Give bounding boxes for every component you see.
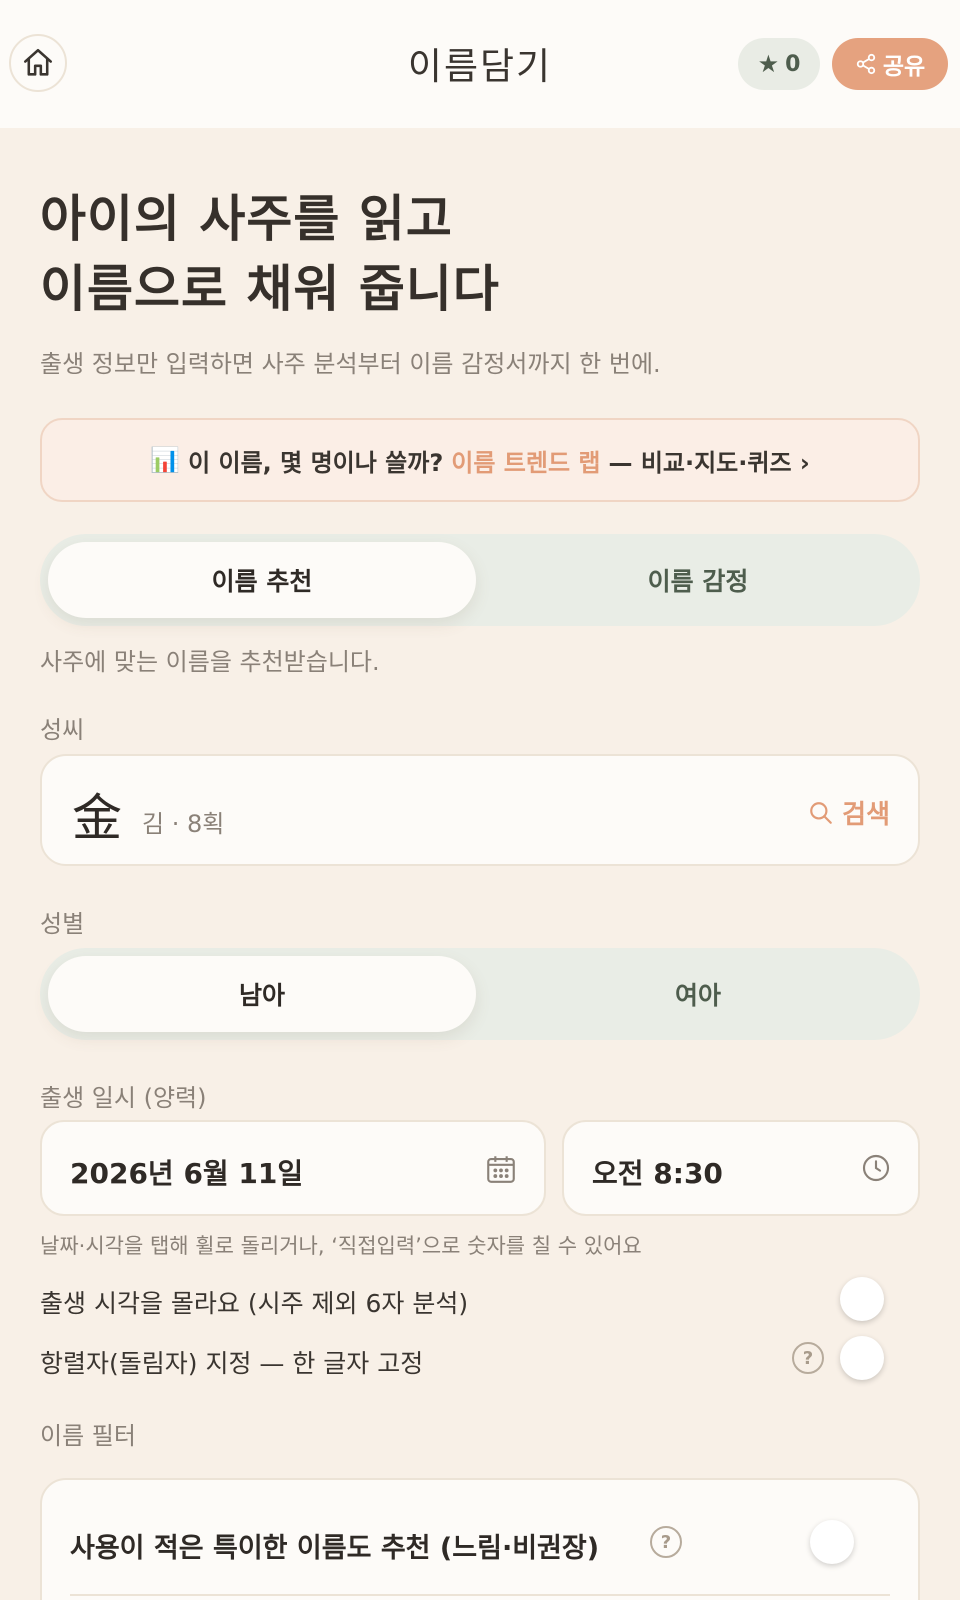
divider [70,1594,890,1596]
gender-label: 성별 [40,910,85,938]
rare-names-label: 사용이 적은 특이한 이름도 추천 (느림·비권장) [70,1533,600,1564]
mode-tabs: 이름 추천 이름 감정 [40,534,920,626]
mode-description: 사주에 맞는 이름을 추천받습니다. [40,648,380,676]
trend-suffix: — 비교·지도·퀴즈 › [608,448,810,477]
trend-lab-link[interactable]: 이름 트렌드 랩 [451,443,600,478]
star-icon: ★ [757,50,780,78]
share-label: 공유 [882,54,926,80]
trend-lab-banner[interactable]: 📊 이 이름, 몇 명이나 쓸까? 이름 트렌드 랩 — 비교·지도·퀴즈 › [40,418,920,502]
favorites-button[interactable]: ★ 0 [738,38,820,90]
filter-card: 사용이 적은 특이한 이름도 추천 (느림·비권장) ? [40,1478,920,1600]
birth-label: 출생 일시 (양력) [40,1084,207,1112]
birth-hint: 날짜·시각을 탭해 휠로 돌리거나, ‘직접입력’으로 숫자를 칠 수 있어요 [40,1234,642,1258]
rare-names-help-icon[interactable]: ? [650,1526,682,1558]
surname-meta: 김 · 8획 [142,810,225,838]
gender-option-female[interactable]: 여아 [484,956,912,1032]
hero-title-line2: 이름으로 채워 줍니다 [40,259,500,318]
search-label: 검색 [842,800,890,830]
app-header: 이름담기 ★ 0 공유 [0,0,960,128]
unknown-time-toggle[interactable] [840,1277,884,1321]
rare-names-toggle[interactable] [810,1520,854,1564]
generation-char-toggle[interactable] [840,1336,884,1380]
surname-hanja: 金 [72,789,122,847]
favorites-count: 0 [785,51,801,77]
surname-field[interactable]: 金 김 · 8획 검색 [40,754,920,866]
chart-icon: 📊 [150,446,181,474]
gender-option-male[interactable]: 남아 [48,956,476,1032]
tab-name-appraisal[interactable]: 이름 감정 [484,542,912,618]
clock-icon [860,1152,892,1188]
search-icon [810,801,832,824]
trend-question: 이 이름, 몇 명이나 쓸까? [188,448,444,477]
birth-time-value: 오전 8:30 [592,1157,723,1190]
surname-label: 성씨 [40,716,85,744]
tab-name-recommend[interactable]: 이름 추천 [48,542,476,618]
calendar-icon [484,1152,518,1190]
hero-title-line1: 아이의 사주를 읽고 [40,189,453,248]
generation-char-label: 항렬자(돌림자) 지정 — 한 글자 고정 [40,1349,424,1378]
birth-date-value: 2026년 6월 11일 [70,1157,304,1190]
filter-label: 이름 필터 [40,1422,136,1450]
birth-date-input[interactable]: 2026년 6월 11일 [40,1120,546,1216]
surname-search-button[interactable]: 검색 [808,794,890,831]
generation-char-help-icon[interactable]: ? [792,1342,824,1374]
share-button[interactable]: 공유 [832,38,948,90]
birth-time-input[interactable]: 오전 8:30 [562,1120,920,1216]
unknown-time-label: 출생 시각을 몰라요 (시주 제외 6자 분석) [40,1289,469,1318]
gender-toggle: 남아 여아 [40,948,920,1040]
share-icon [856,53,875,75]
hero-title: 아이의 사주를 읽고 이름으로 채워 줍니다 [40,184,920,324]
hero-subtitle: 출생 정보만 입력하면 사주 분석부터 이름 감정서까지 한 번에. [40,350,661,378]
